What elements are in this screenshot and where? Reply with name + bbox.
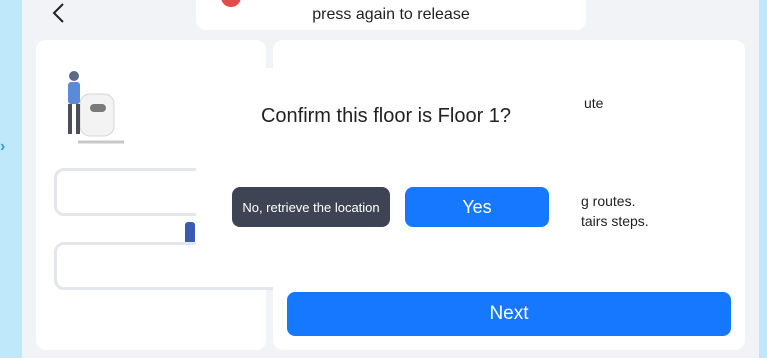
instruction-line-2: g routes. [581, 193, 636, 209]
robot-illustration-top [68, 71, 124, 144]
next-button[interactable]: Next [287, 292, 731, 336]
instruction-line-3: tairs steps. [581, 213, 649, 229]
chevron-left-icon [52, 3, 64, 23]
edge-arrow-icon: › [0, 138, 6, 155]
retrieve-location-button[interactable]: No, retrieve the location [232, 187, 390, 227]
release-toast: press again to release [196, 0, 586, 30]
dialog-title: Confirm this floor is Floor 1? [260, 105, 512, 127]
back-button[interactable] [38, 0, 78, 26]
yes-button[interactable]: Yes [405, 187, 549, 227]
confirm-floor-dialog: Confirm this floor is Floor 1? [196, 68, 576, 262]
toast-text: press again to release [312, 6, 470, 23]
instruction-line-1: ute [584, 95, 604, 111]
